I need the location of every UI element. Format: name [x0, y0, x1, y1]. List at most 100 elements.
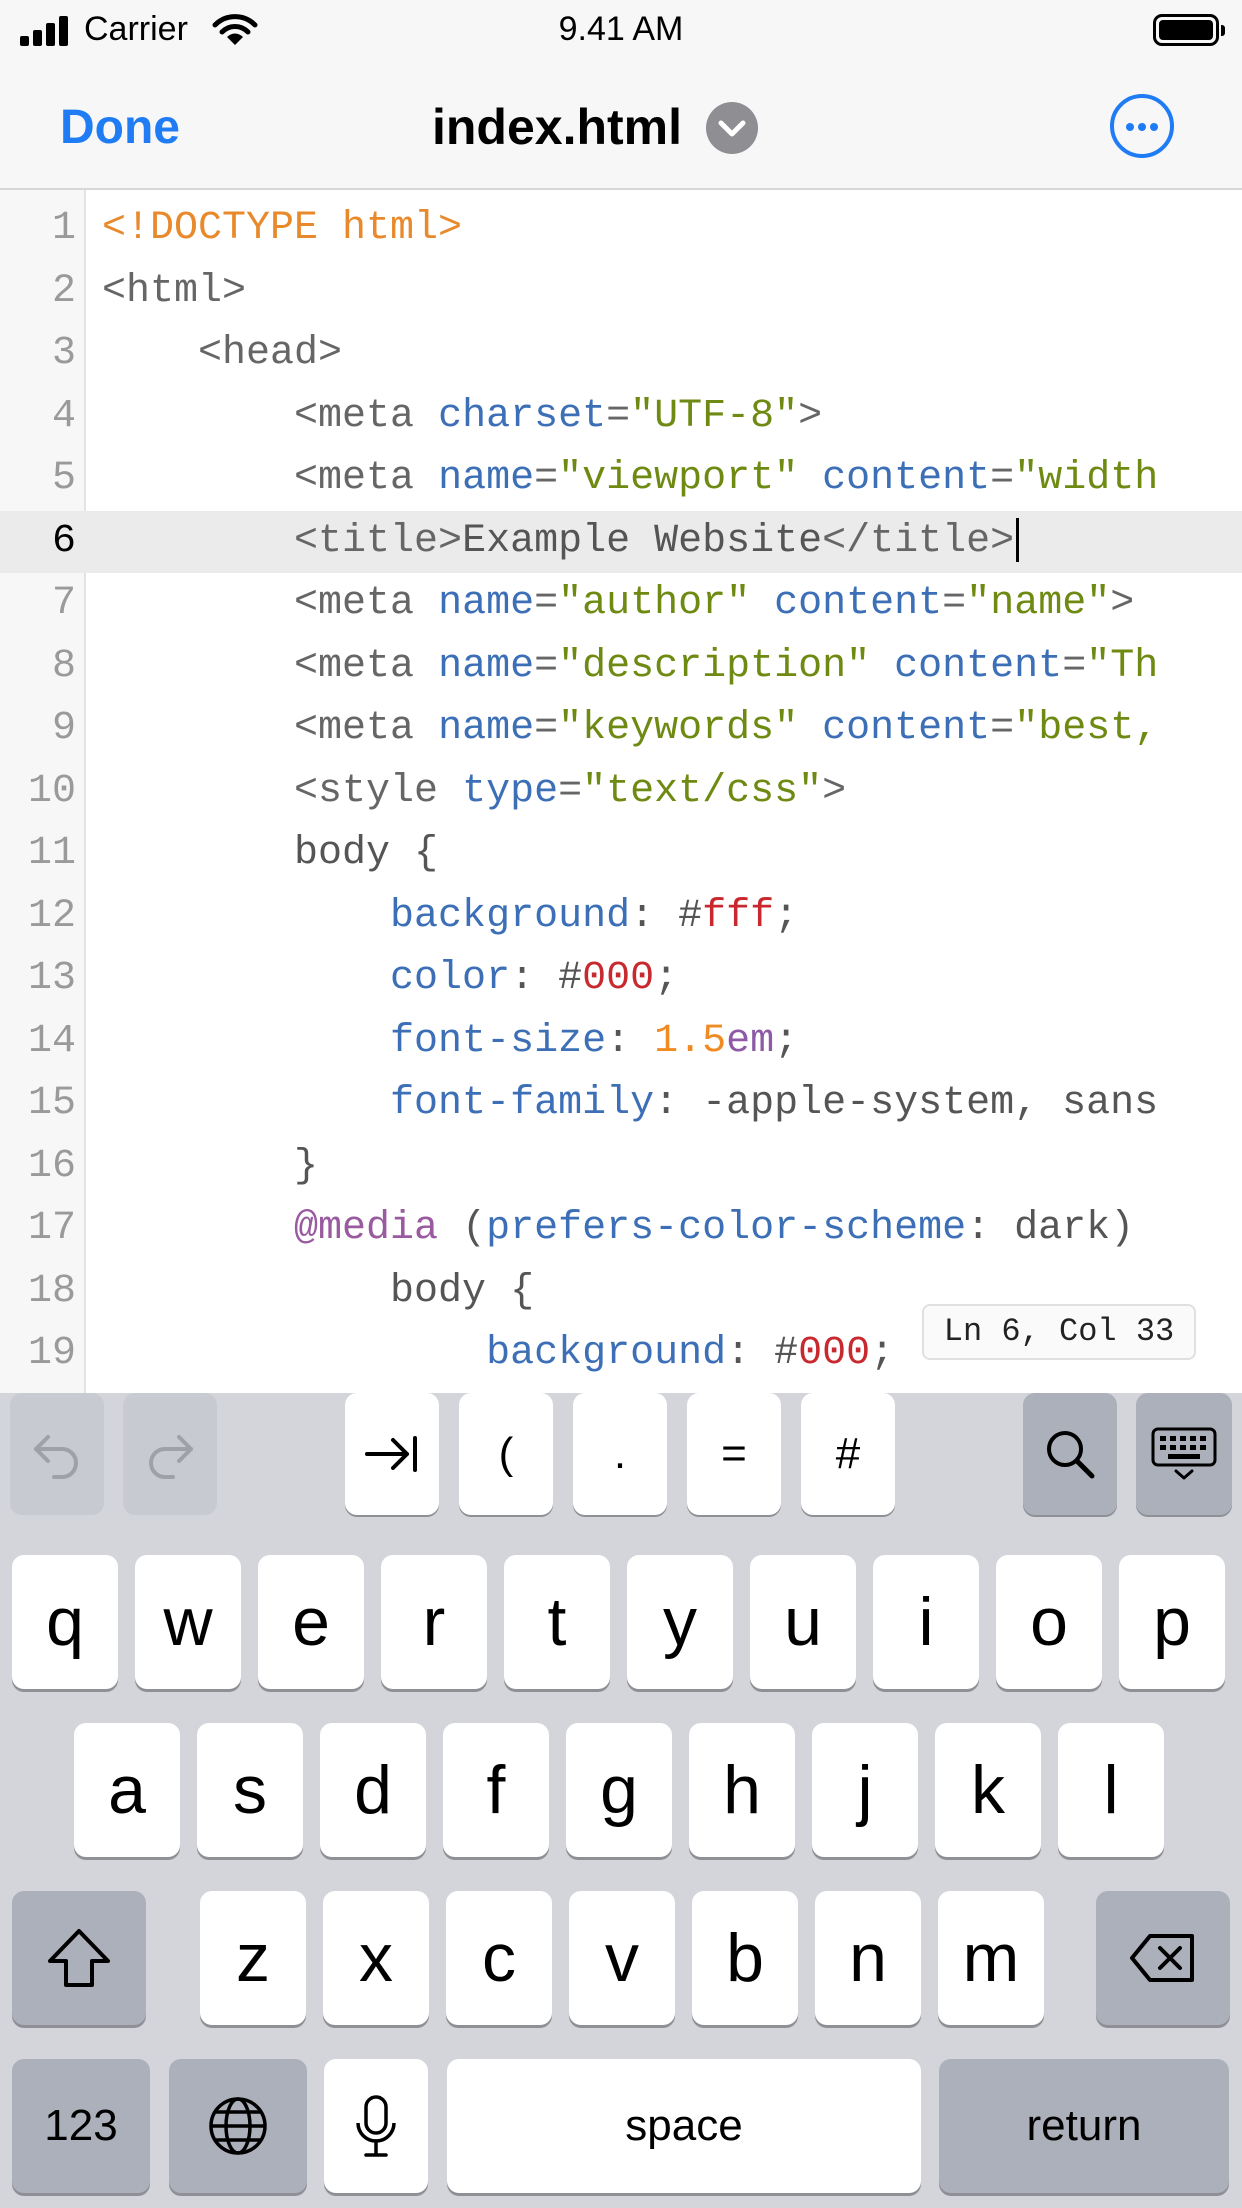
code-token: <head> [198, 331, 343, 376]
key-z[interactable]: z [200, 1891, 306, 2025]
line-code: color: #000; [102, 948, 678, 1011]
key-e[interactable]: e [258, 1555, 364, 1689]
code-token: "description" [558, 643, 895, 689]
line-number: 3 [51, 331, 76, 376]
code-token: : [606, 1018, 655, 1064]
dismiss-keyboard-button[interactable] [1136, 1393, 1232, 1515]
line-number: 5 [51, 456, 76, 501]
chevron-down-icon[interactable] [706, 102, 758, 154]
tab-key[interactable] [345, 1393, 439, 1515]
globe-key[interactable] [169, 2059, 307, 2193]
code-line[interactable]: 14 font-size: 1.5em; [0, 1011, 1242, 1074]
code-line[interactable]: 5 <meta name="viewport" content="width [0, 448, 1242, 511]
key-y[interactable]: y [627, 1555, 733, 1689]
line-code: <!DOCTYPE html> [102, 198, 462, 261]
done-button[interactable]: Done [60, 100, 180, 155]
key-b[interactable]: b [692, 1891, 798, 2025]
line-code: <title>Example Website</title> [102, 511, 1020, 574]
code-line[interactable]: 3 <head> [0, 323, 1242, 386]
paren-key[interactable]: ( [459, 1393, 553, 1515]
code-token: name [438, 456, 535, 501]
code-line[interactable]: 17 @media (prefers-color-scheme: dark) [0, 1198, 1242, 1261]
key-l[interactable]: l [1058, 1723, 1164, 1857]
key-h[interactable]: h [689, 1723, 795, 1857]
code-line[interactable]: 9 <meta name="keywords" content="best, [0, 698, 1242, 761]
line-number: 19 [27, 1331, 76, 1376]
return-key[interactable]: return [939, 2059, 1229, 2193]
code-line[interactable]: 15 font-family: -apple-system, sans [0, 1073, 1242, 1136]
code-line[interactable]: 13 color: #000; [0, 948, 1242, 1011]
code-token: name [438, 706, 535, 751]
code-token: 1.5 [654, 1018, 727, 1064]
key-s[interactable]: s [197, 1723, 303, 1857]
key-t[interactable]: t [504, 1555, 610, 1689]
key-d[interactable]: d [320, 1723, 426, 1857]
search-button[interactable] [1023, 1393, 1117, 1515]
line-code: <meta name="keywords" content="best, [102, 698, 1158, 761]
key-r[interactable]: r [381, 1555, 487, 1689]
status-time: 9.41 AM [558, 10, 684, 48]
code-line[interactable]: 1 <!DOCTYPE html> [0, 198, 1242, 261]
key-j[interactable]: j [812, 1723, 918, 1857]
redo-button[interactable] [123, 1393, 217, 1515]
key-a[interactable]: a [74, 1723, 180, 1857]
key-c[interactable]: c [446, 1891, 552, 2025]
key-v[interactable]: v [569, 1891, 675, 2025]
code-line[interactable]: 7 <meta name="author" content="name"> [0, 573, 1242, 636]
key-o[interactable]: o [996, 1555, 1102, 1689]
code-token: "best, [1014, 706, 1159, 751]
code-token: ; [870, 1331, 895, 1376]
code-editor[interactable]: 1 <!DOCTYPE html> 2 <html> 3 <head> 4 <meta c… [0, 190, 1242, 1393]
line-number: 16 [27, 1143, 76, 1189]
shift-key[interactable] [12, 1891, 146, 2025]
code-token: content [822, 706, 991, 751]
code-token: background [390, 893, 631, 939]
code-token: > [798, 393, 823, 439]
backspace-key[interactable] [1096, 1891, 1230, 2025]
code-line[interactable]: 4 <meta charset="UTF-8"> [0, 386, 1242, 449]
code-token: > [822, 768, 847, 814]
code-token: background [486, 1331, 727, 1376]
key-x[interactable]: x [323, 1891, 429, 2025]
key-f[interactable]: f [443, 1723, 549, 1857]
period-key[interactable]: . [573, 1393, 667, 1515]
line-number: 12 [27, 893, 76, 939]
line-code: font-size: 1.5em; [102, 1011, 798, 1074]
key-i[interactable]: i [873, 1555, 979, 1689]
key-k[interactable]: k [935, 1723, 1041, 1857]
key-u[interactable]: u [750, 1555, 856, 1689]
more-options-icon[interactable] [1110, 94, 1174, 158]
dictation-key[interactable] [324, 2059, 428, 2193]
code-line[interactable]: 16 } [0, 1136, 1242, 1199]
key-m[interactable]: m [938, 1891, 1044, 2025]
code-token: Example Website [462, 518, 823, 564]
code-line[interactable]: 2 <html> [0, 261, 1242, 324]
code-token: 000 [582, 956, 655, 1001]
line-number: 4 [51, 393, 76, 439]
key-w[interactable]: w [135, 1555, 241, 1689]
code-line[interactable]: 11 body { [0, 823, 1242, 886]
key-p[interactable]: p [1119, 1555, 1225, 1689]
key-n[interactable]: n [815, 1891, 921, 2025]
code-line[interactable]: 10 <style type="text/css"> [0, 761, 1242, 824]
equals-key[interactable]: = [687, 1393, 781, 1515]
numbers-key[interactable]: 123 [12, 2059, 150, 2193]
code-line[interactable]: 12 background: #fff; [0, 886, 1242, 949]
undo-button[interactable] [10, 1393, 104, 1515]
code-token: body { [102, 1268, 535, 1314]
code-token: content [822, 456, 991, 501]
key-g[interactable]: g [566, 1723, 672, 1857]
backspace-icon [1130, 1934, 1194, 1982]
file-title[interactable]: index.html [432, 98, 682, 156]
hash-key[interactable]: # [801, 1393, 895, 1515]
space-key[interactable]: space [447, 2059, 921, 2193]
software-keyboard: qwertyuiop asdfghjkl zxcvbnm 123 space r… [0, 1527, 1242, 2208]
key-q[interactable]: q [12, 1555, 118, 1689]
code-token: fff [702, 893, 775, 939]
code-line[interactable]: 8 <meta name="description" content="Th [0, 636, 1242, 699]
code-line[interactable]: 6 <title>Example Website</title> [0, 510, 1242, 574]
